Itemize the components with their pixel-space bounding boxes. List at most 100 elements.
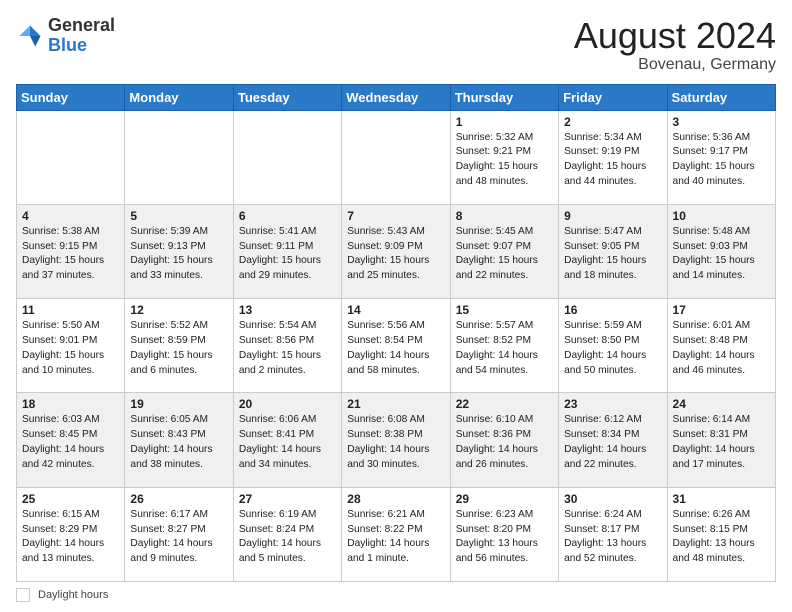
logo: General Blue bbox=[16, 16, 115, 56]
day-number: 17 bbox=[673, 303, 770, 317]
day-number: 16 bbox=[564, 303, 661, 317]
calendar-cell: 15 Sunrise: 5:57 AM Sunset: 8:52 PM Dayli… bbox=[450, 299, 558, 393]
calendar-cell: 12 Sunrise: 5:52 AM Sunset: 8:59 PM Dayli… bbox=[125, 299, 233, 393]
calendar-week-row: 1 Sunrise: 5:32 AM Sunset: 9:21 PM Daylig… bbox=[17, 110, 776, 204]
day-info: Sunrise: 5:32 AM Sunset: 9:21 PM Dayligh… bbox=[456, 131, 553, 190]
calendar-cell: 21Sunrise: 6:08 AM Sunset: 8:38 PM Dayli… bbox=[342, 393, 450, 487]
day-info: Sunrise: 5:38 AM Sunset: 9:15 PM Dayligh… bbox=[22, 225, 119, 284]
day-number: 24 bbox=[673, 397, 770, 411]
day-info: Sunrise: 5:34 AM Sunset: 9:19 PM Dayligh… bbox=[564, 131, 661, 190]
calendar-cell: 18 Sunrise: 6:03 AM Sunset: 8:45 PM Dayli… bbox=[17, 393, 125, 487]
day-number: 20 bbox=[239, 397, 336, 411]
calendar-cell: 7 Sunrise: 5:43 AM Sunset: 9:09 PM Daylig… bbox=[342, 204, 450, 298]
day-number: 7 bbox=[347, 209, 444, 223]
calendar-cell: 16 Sunrise: 5:59 AM Sunset: 8:50 PM Dayli… bbox=[559, 299, 667, 393]
day-number: 23 bbox=[564, 397, 661, 411]
day-number: 6 bbox=[239, 209, 336, 223]
header: General Blue August 2024 Bovenau, German… bbox=[16, 16, 776, 74]
day-info: Sunrise: 5:43 AM Sunset: 9:09 PM Dayligh… bbox=[347, 225, 444, 284]
calendar-cell: 6Sunrise: 5:41 AM Sunset: 9:11 PM Daylig… bbox=[233, 204, 341, 298]
day-info: Sunrise: 6:15 AM Sunset: 8:29 PM Dayligh… bbox=[22, 508, 119, 567]
day-info: Sunrise: 6:03 AM Sunset: 8:45 PM Dayligh… bbox=[22, 413, 119, 472]
location: Bovenau, Germany bbox=[574, 56, 776, 74]
day-info: Sunrise: 5:52 AM Sunset: 8:59 PM Dayligh… bbox=[130, 319, 227, 378]
day-info: Sunrise: 6:10 AM Sunset: 8:36 PM Dayligh… bbox=[456, 413, 553, 472]
day-number: 26 bbox=[130, 492, 227, 506]
day-info: Sunrise: 5:48 AM Sunset: 9:03 PM Dayligh… bbox=[673, 225, 770, 284]
calendar-cell: 4Sunrise: 5:38 AM Sunset: 9:15 PM Daylig… bbox=[17, 204, 125, 298]
calendar-cell: 22 Sunrise: 6:10 AM Sunset: 8:36 PM Dayli… bbox=[450, 393, 558, 487]
calendar-cell: 23Sunrise: 6:12 AM Sunset: 8:34 PM Dayli… bbox=[559, 393, 667, 487]
logo-blue-text: Blue bbox=[48, 35, 87, 55]
calendar-cell: 2 Sunrise: 5:34 AM Sunset: 9:19 PM Daylig… bbox=[559, 110, 667, 204]
day-info: Sunrise: 6:17 AM Sunset: 8:27 PM Dayligh… bbox=[130, 508, 227, 567]
day-info: Sunrise: 5:50 AM Sunset: 9:01 PM Dayligh… bbox=[22, 319, 119, 378]
calendar-cell: 28Sunrise: 6:21 AM Sunset: 8:22 PM Dayli… bbox=[342, 487, 450, 581]
col-header-tuesday: Tuesday bbox=[233, 84, 341, 110]
day-info: Sunrise: 6:08 AM Sunset: 8:38 PM Dayligh… bbox=[347, 413, 444, 472]
day-info: Sunrise: 5:45 AM Sunset: 9:07 PM Dayligh… bbox=[456, 225, 553, 284]
day-number: 19 bbox=[130, 397, 227, 411]
calendar-cell: 26 Sunrise: 6:17 AM Sunset: 8:27 PM Dayli… bbox=[125, 487, 233, 581]
calendar-cell: 10Sunrise: 5:48 AM Sunset: 9:03 PM Dayli… bbox=[667, 204, 775, 298]
day-number: 25 bbox=[22, 492, 119, 506]
day-number: 22 bbox=[456, 397, 553, 411]
logo-icon bbox=[16, 22, 44, 50]
day-number: 3 bbox=[673, 115, 770, 129]
calendar-cell bbox=[342, 110, 450, 204]
calendar-cell: 24 Sunrise: 6:14 AM Sunset: 8:31 PM Dayli… bbox=[667, 393, 775, 487]
logo-general-text: General bbox=[48, 15, 115, 35]
day-info: Sunrise: 6:26 AM Sunset: 8:15 PM Dayligh… bbox=[673, 508, 770, 567]
day-number: 15 bbox=[456, 303, 553, 317]
day-number: 29 bbox=[456, 492, 553, 506]
calendar-cell bbox=[125, 110, 233, 204]
calendar-cell: 14 Sunrise: 5:56 AM Sunset: 8:54 PM Dayli… bbox=[342, 299, 450, 393]
day-number: 30 bbox=[564, 492, 661, 506]
day-number: 13 bbox=[239, 303, 336, 317]
day-info: Sunrise: 6:06 AM Sunset: 8:41 PM Dayligh… bbox=[239, 413, 336, 472]
month-title: August 2024 bbox=[574, 16, 776, 56]
calendar-cell: 25 Sunrise: 6:15 AM Sunset: 8:29 PM Dayli… bbox=[17, 487, 125, 581]
calendar-cell: 20 Sunrise: 6:06 AM Sunset: 8:41 PM Dayli… bbox=[233, 393, 341, 487]
day-info: Sunrise: 5:59 AM Sunset: 8:50 PM Dayligh… bbox=[564, 319, 661, 378]
calendar-cell: 5 Sunrise: 5:39 AM Sunset: 9:13 PM Daylig… bbox=[125, 204, 233, 298]
calendar-cell: 9Sunrise: 5:47 AM Sunset: 9:05 PM Daylig… bbox=[559, 204, 667, 298]
col-header-friday: Friday bbox=[559, 84, 667, 110]
day-info: Sunrise: 5:47 AM Sunset: 9:05 PM Dayligh… bbox=[564, 225, 661, 284]
calendar-cell: 13 Sunrise: 5:54 AM Sunset: 8:56 PM Dayli… bbox=[233, 299, 341, 393]
day-number: 2 bbox=[564, 115, 661, 129]
calendar-cell: 27Sunrise: 6:19 AM Sunset: 8:24 PM Dayli… bbox=[233, 487, 341, 581]
daylight-label: Daylight hours bbox=[38, 589, 108, 601]
day-info: Sunrise: 6:23 AM Sunset: 8:20 PM Dayligh… bbox=[456, 508, 553, 567]
day-info: Sunrise: 5:56 AM Sunset: 8:54 PM Dayligh… bbox=[347, 319, 444, 378]
day-info: Sunrise: 6:24 AM Sunset: 8:17 PM Dayligh… bbox=[564, 508, 661, 567]
day-info: Sunrise: 6:14 AM Sunset: 8:31 PM Dayligh… bbox=[673, 413, 770, 472]
day-number: 12 bbox=[130, 303, 227, 317]
day-info: Sunrise: 5:57 AM Sunset: 8:52 PM Dayligh… bbox=[456, 319, 553, 378]
col-header-sunday: Sunday bbox=[17, 84, 125, 110]
calendar-cell: 3 Sunrise: 5:36 AM Sunset: 9:17 PM Daylig… bbox=[667, 110, 775, 204]
calendar-cell: 17 Sunrise: 6:01 AM Sunset: 8:48 PM Dayli… bbox=[667, 299, 775, 393]
col-header-thursday: Thursday bbox=[450, 84, 558, 110]
calendar-cell: 19 Sunrise: 6:05 AM Sunset: 8:43 PM Dayli… bbox=[125, 393, 233, 487]
col-header-monday: Monday bbox=[125, 84, 233, 110]
day-number: 31 bbox=[673, 492, 770, 506]
day-number: 1 bbox=[456, 115, 553, 129]
calendar-week-row: 18 Sunrise: 6:03 AM Sunset: 8:45 PM Dayli… bbox=[17, 393, 776, 487]
day-number: 11 bbox=[22, 303, 119, 317]
day-info: Sunrise: 5:39 AM Sunset: 9:13 PM Dayligh… bbox=[130, 225, 227, 284]
day-number: 14 bbox=[347, 303, 444, 317]
calendar-cell: 29 Sunrise: 6:23 AM Sunset: 8:20 PM Dayli… bbox=[450, 487, 558, 581]
page: General Blue August 2024 Bovenau, German… bbox=[0, 0, 792, 612]
day-info: Sunrise: 6:05 AM Sunset: 8:43 PM Dayligh… bbox=[130, 413, 227, 472]
day-info: Sunrise: 6:01 AM Sunset: 8:48 PM Dayligh… bbox=[673, 319, 770, 378]
day-number: 5 bbox=[130, 209, 227, 223]
col-header-wednesday: Wednesday bbox=[342, 84, 450, 110]
day-info: Sunrise: 5:54 AM Sunset: 8:56 PM Dayligh… bbox=[239, 319, 336, 378]
calendar-cell bbox=[17, 110, 125, 204]
calendar-header-row: SundayMondayTuesdayWednesdayThursdayFrid… bbox=[17, 84, 776, 110]
title-block: August 2024 Bovenau, Germany bbox=[574, 16, 776, 74]
day-info: Sunrise: 5:36 AM Sunset: 9:17 PM Dayligh… bbox=[673, 131, 770, 190]
day-number: 18 bbox=[22, 397, 119, 411]
calendar-table: SundayMondayTuesdayWednesdayThursdayFrid… bbox=[16, 84, 776, 582]
